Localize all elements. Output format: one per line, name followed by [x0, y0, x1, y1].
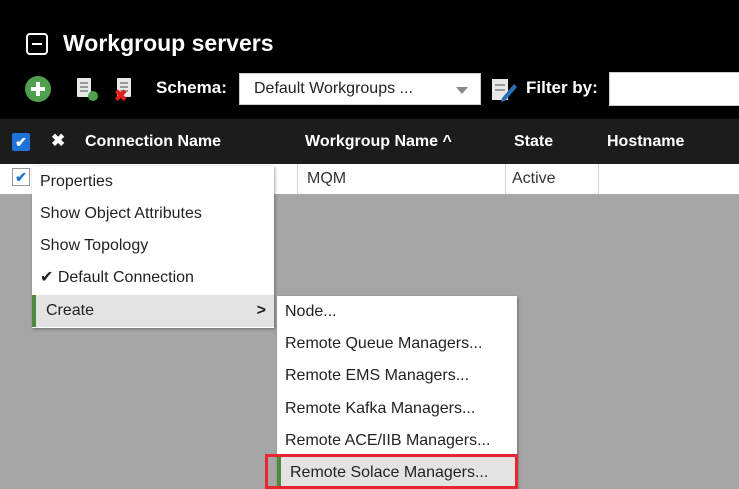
column-state[interactable]: State [514, 133, 553, 151]
highlight-box [265, 454, 518, 489]
schema-label: Schema: [156, 78, 227, 97]
schema-select[interactable]: Default Workgroups ... [239, 73, 481, 105]
submenu-item-remote-ems-managers[interactable]: Remote EMS Managers... [277, 360, 517, 392]
select-all-checkbox[interactable]: ✔ [12, 133, 30, 151]
filter-input[interactable] [609, 72, 739, 106]
context-menu: Properties Show Object Attributes Show T… [32, 166, 274, 328]
menu-item-show-object-attributes[interactable]: Show Object Attributes [32, 198, 274, 230]
new-document-icon[interactable] [77, 78, 101, 102]
submenu-item-remote-queue-managers[interactable]: Remote Queue Managers... [277, 328, 517, 360]
menu-item-create[interactable]: Create > [32, 295, 274, 327]
collapse-icon[interactable] [26, 33, 48, 55]
chevron-right-icon: > [256, 302, 266, 319]
row-checkbox[interactable]: ✔ [12, 168, 30, 186]
column-workgroup-name[interactable]: Workgroup Name ^ [305, 133, 452, 151]
column-hostname[interactable]: Hostname [607, 133, 684, 151]
edit-schema-icon[interactable] [490, 76, 518, 104]
schema-select-value: Default Workgroups ... [254, 80, 413, 97]
submenu-item-remote-ace-iib-managers[interactable]: Remote ACE/IIB Managers... [277, 425, 517, 457]
filter-label: Filter by: [526, 78, 598, 97]
column-connection-name[interactable]: Connection Name [85, 133, 221, 151]
submenu-item-node[interactable]: Node... [277, 296, 517, 328]
add-server-icon[interactable] [25, 76, 51, 102]
chevron-down-icon [456, 87, 468, 94]
clear-icon[interactable]: ✖ [51, 131, 65, 151]
delete-document-icon[interactable]: ✖ [114, 78, 140, 105]
row-workgroup-name: MQM [307, 170, 347, 187]
menu-item-show-topology[interactable]: Show Topology [32, 230, 274, 262]
submenu-item-remote-kafka-managers[interactable]: Remote Kafka Managers... [277, 393, 517, 425]
row-state: Active [512, 170, 556, 187]
menu-item-default-connection[interactable]: ✔ Default Connection [32, 262, 274, 294]
panel-title: Workgroup servers [63, 30, 274, 56]
menu-item-create-label: Create [46, 302, 95, 319]
menu-item-properties[interactable]: Properties [32, 166, 274, 198]
